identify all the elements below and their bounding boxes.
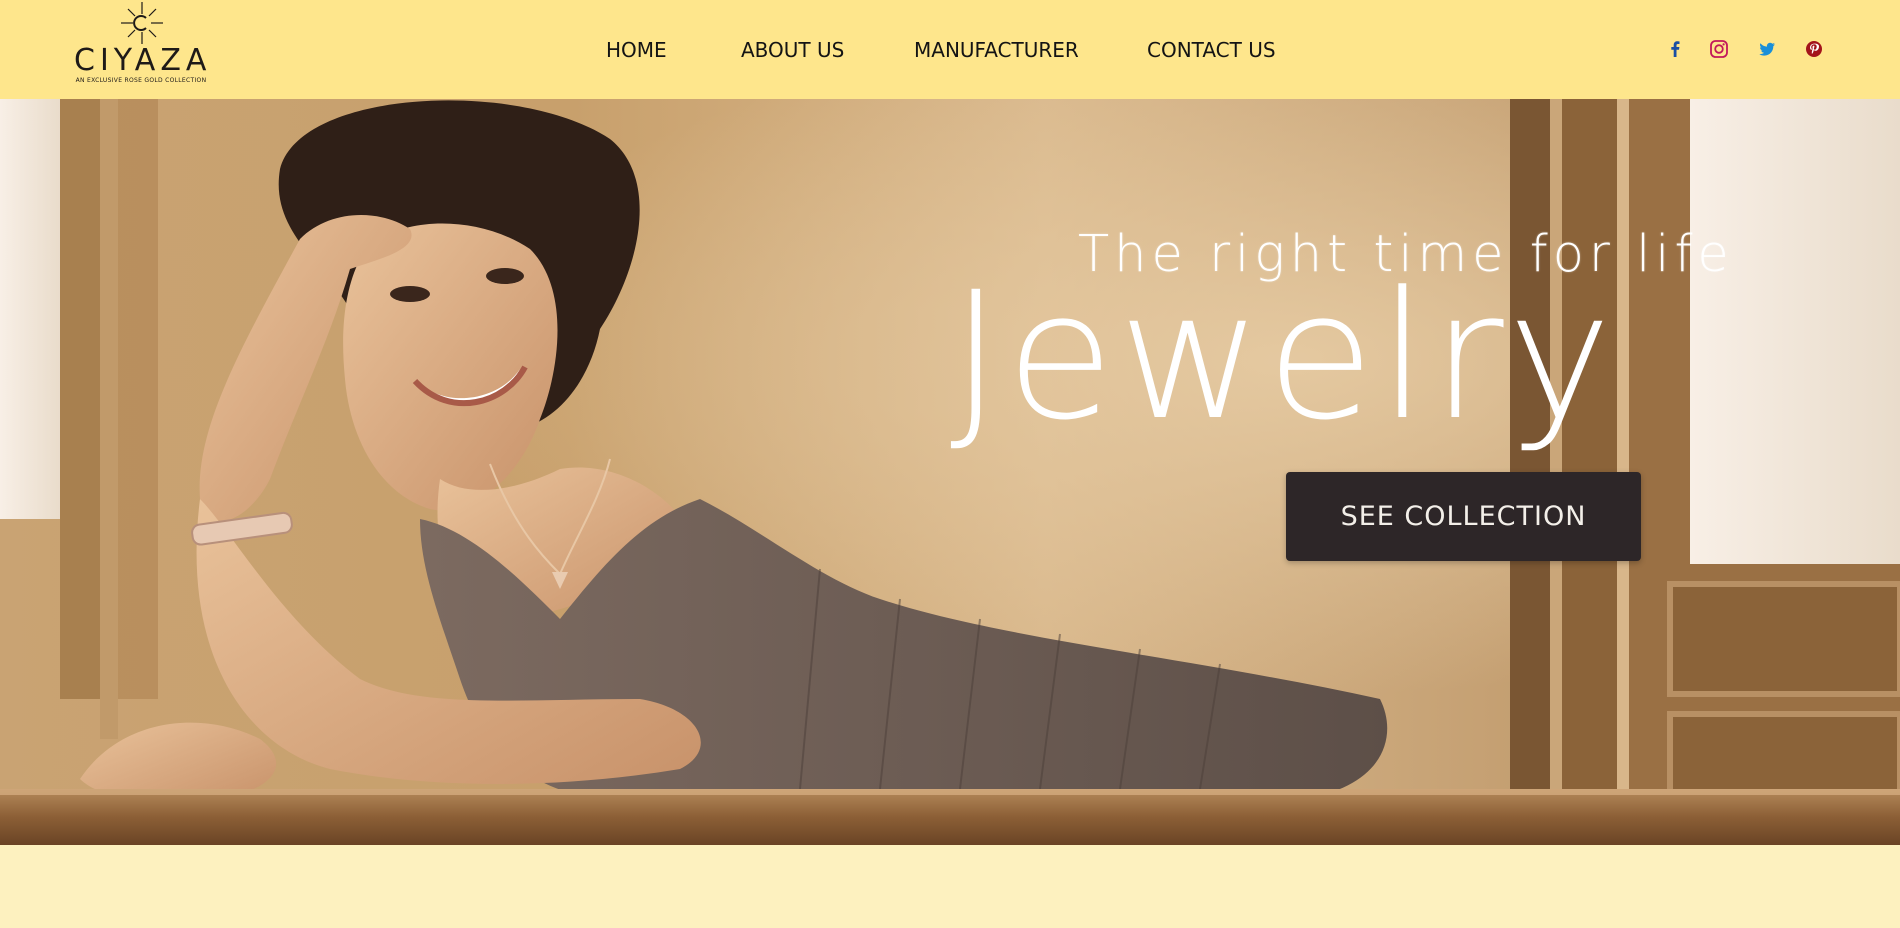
nav-contact-us[interactable]: CONTACT US xyxy=(1147,38,1276,62)
see-collection-button[interactable]: SEE COLLECTION xyxy=(1286,472,1641,561)
main-nav: HOME ABOUT US MANUFACTURER CONTACT US xyxy=(0,0,1900,99)
hero-banner: The right time for life Jewelry SEE COLL… xyxy=(0,99,1900,845)
site-header: CIYAZA AN EXCLUSIVE ROSE GOLD COLLECTION… xyxy=(0,0,1900,99)
nav-about-us[interactable]: ABOUT US xyxy=(741,38,844,62)
pinterest-icon[interactable] xyxy=(1801,36,1827,62)
hero-title: Jewelry xyxy=(950,254,1616,459)
facebook-icon[interactable] xyxy=(1662,36,1688,62)
instagram-icon[interactable] xyxy=(1706,36,1732,62)
twitter-icon[interactable] xyxy=(1754,36,1780,62)
page-content-band xyxy=(0,845,1900,928)
nav-home[interactable]: HOME xyxy=(606,38,667,62)
nav-manufacturer[interactable]: MANUFACTURER xyxy=(914,38,1079,62)
